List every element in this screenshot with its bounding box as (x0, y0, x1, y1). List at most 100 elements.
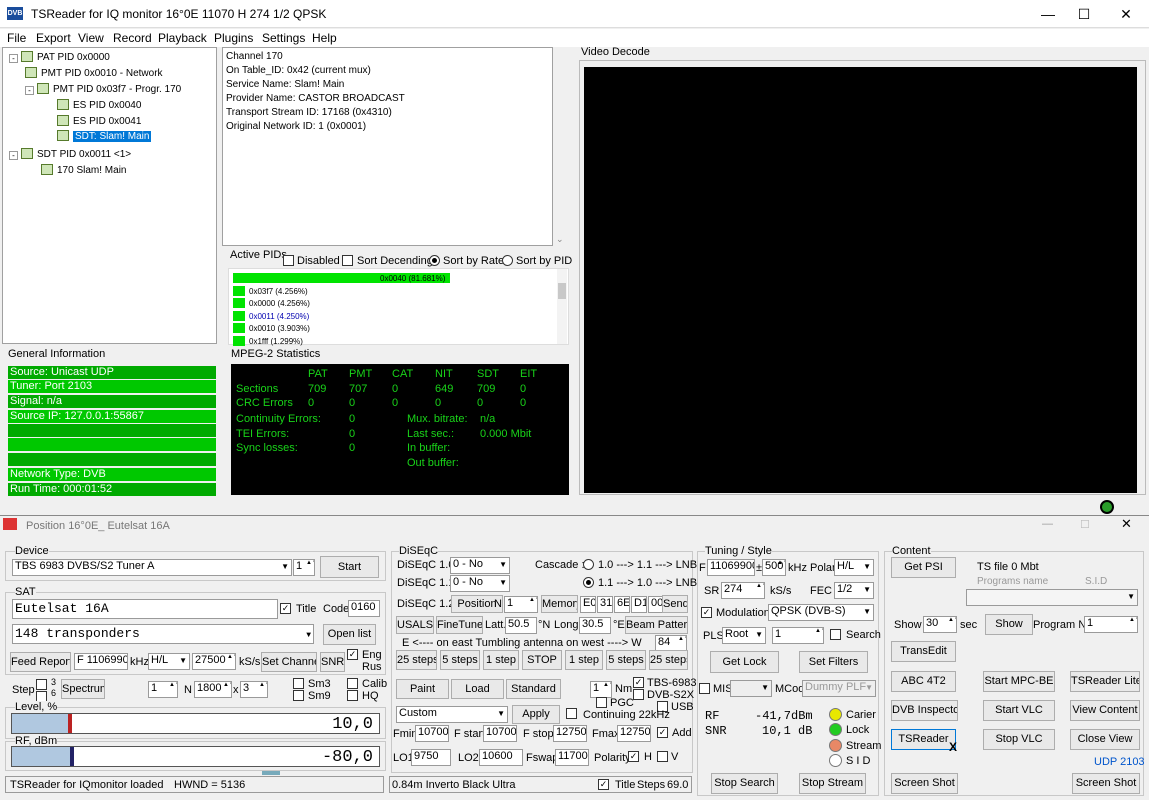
fec-select[interactable]: 1/2 (834, 582, 874, 599)
collapse-icon[interactable]: - (25, 86, 34, 95)
step3-checkbox[interactable] (36, 679, 47, 690)
apply-button[interactable]: Apply (512, 705, 560, 724)
disabled-checkbox[interactable] (283, 255, 294, 266)
view-content-button[interactable]: View Content (1070, 700, 1140, 721)
sm3-checkbox[interactable] (293, 678, 304, 689)
tree-item[interactable]: ES PID 0x0041 (57, 115, 141, 127)
sat-name-field[interactable]: Eutelsat 16A (12, 599, 278, 619)
stop-search-button[interactable]: Stop Search (711, 773, 778, 794)
pm-field[interactable]: 500 (762, 559, 786, 576)
dvb-inspector-button[interactable]: DVB Inspector (891, 700, 958, 721)
custom-select[interactable]: Custom (396, 706, 508, 723)
sm9-checkbox[interactable] (293, 690, 304, 701)
usals-button[interactable]: USALS (396, 616, 434, 634)
tree-item[interactable]: - SDT PID 0x0011 <1> (9, 148, 131, 160)
sort-pid-radio[interactable] (502, 255, 513, 266)
load-button[interactable]: Load (451, 679, 504, 699)
tree-item[interactable]: ES PID 0x0040 (57, 99, 141, 111)
scroll-down-icon[interactable]: ⌄ (556, 234, 564, 245)
pol-select[interactable]: H/L (148, 653, 190, 670)
standard-button[interactable]: Standard (506, 679, 561, 699)
eng-checkbox[interactable]: ✓ (347, 649, 358, 660)
motor-step-button[interactable]: 5 steps (606, 650, 646, 670)
memory-button[interactable]: Memory (541, 595, 578, 613)
sr-field[interactable]: 27500 (192, 653, 236, 670)
motor-step-button[interactable]: 25 steps (396, 650, 437, 670)
n-field[interactable]: 1800 (194, 681, 232, 698)
polarity-h-checkbox[interactable]: ✓ (628, 751, 639, 762)
hex-field[interactable]: E0 (580, 596, 596, 613)
cascade1-radio[interactable] (583, 559, 594, 570)
show-button[interactable]: Show (985, 614, 1033, 635)
close-view-button[interactable]: Close View (1070, 729, 1140, 750)
sort-rate-radio[interactable] (429, 255, 440, 266)
maximize-button[interactable]: ☐ (1066, 4, 1102, 24)
scrollbar[interactable] (557, 269, 567, 344)
paint-button[interactable]: Paint (396, 679, 449, 699)
programs-select[interactable] (966, 589, 1138, 606)
start-mpc-be-button[interactable]: Start MPC-BE (983, 671, 1055, 692)
get-lock-button[interactable]: Get Lock (710, 651, 779, 673)
step-value[interactable]: 1 (148, 681, 178, 698)
stop-stream-button[interactable]: Stop Stream (799, 773, 866, 794)
minimize-button[interactable]: — (1030, 4, 1066, 24)
snr-button[interactable]: SNR (320, 652, 345, 672)
dvbs2x-checkbox[interactable] (633, 689, 644, 700)
radiation-icon[interactable] (1100, 500, 1114, 514)
screenshot-button[interactable]: Screen Shot (891, 773, 958, 794)
send-button[interactable]: Send (662, 595, 688, 613)
iq-maximize-button[interactable]: ☐ (1080, 518, 1090, 531)
hq-checkbox[interactable] (347, 690, 358, 701)
motor-step-button[interactable]: 1 step (483, 650, 519, 670)
transedit-button[interactable]: TransEdit (891, 641, 956, 662)
pid-tree[interactable]: - PAT PID 0x0000 PMT PID 0x0010 - Network… (2, 47, 217, 344)
lo1-field[interactable]: 9750 (411, 749, 451, 766)
set-filters-button[interactable]: Set Filters (799, 651, 868, 673)
hex-field[interactable]: 31 (597, 596, 613, 613)
tree-item[interactable]: - PAT PID 0x0000 (9, 51, 110, 63)
code-field[interactable]: 0160 (348, 600, 380, 617)
modulation-checkbox[interactable]: ✓ (701, 607, 712, 618)
start-button[interactable]: Start (320, 556, 379, 578)
title2-checkbox[interactable]: ✓ (598, 779, 609, 790)
title-checkbox[interactable]: ✓ (280, 603, 291, 614)
menu-record[interactable]: Record (113, 31, 152, 45)
tree-item-selected[interactable]: SDT: Slam! Main (57, 130, 152, 142)
close-x-icon[interactable]: X (949, 740, 957, 754)
motor-step-button[interactable]: 5 steps (440, 650, 480, 670)
menu-settings[interactable]: Settings (262, 31, 305, 45)
nm-field[interactable]: 1 (590, 681, 612, 698)
get-psi-button[interactable]: Get PSI (891, 557, 956, 578)
diseqc10-select[interactable]: 0 - No (450, 557, 510, 574)
device-select[interactable]: TBS 6983 DVBS/S2 Tuner A (12, 559, 292, 576)
transponder-select[interactable]: 148 transponders (12, 624, 314, 644)
menu-plugins[interactable]: Plugins (214, 31, 253, 45)
fstop-field[interactable]: 12750 (553, 725, 587, 742)
show-seconds-field[interactable]: 30 (923, 616, 957, 633)
menu-view[interactable]: View (78, 31, 104, 45)
finetune-button[interactable]: FineTune (436, 616, 483, 634)
pgc-checkbox[interactable] (596, 697, 607, 708)
x-field[interactable]: 3 (240, 681, 268, 698)
fswap-field[interactable]: 11700 (555, 749, 589, 766)
lo2-field[interactable]: 10600 (479, 749, 523, 766)
polarity-v-checkbox[interactable] (657, 751, 668, 762)
tree-item[interactable]: 170 Slam! Main (41, 164, 126, 176)
screenshot-button-2[interactable]: Screen Shot (1072, 773, 1140, 794)
tree-item[interactable]: - PMT PID 0x03f7 - Progr. 170 (25, 83, 181, 95)
stop-vlc-button[interactable]: Stop VLC (983, 729, 1055, 750)
polar-select[interactable]: H/L (834, 559, 874, 576)
menu-help[interactable]: Help (312, 31, 337, 45)
set-channel-button[interactable]: Set Channel (261, 652, 317, 672)
calib-checkbox[interactable] (347, 678, 358, 689)
iq-close-button[interactable]: ✕ (1121, 516, 1132, 532)
tsreader-button[interactable]: TSReader (891, 729, 956, 750)
fstart-field[interactable]: 10700 (483, 725, 517, 742)
beam-pattern-button[interactable]: Beam Pattern (625, 616, 688, 634)
mis-checkbox[interactable] (699, 683, 710, 694)
sort-desc-checkbox[interactable] (342, 255, 353, 266)
tune-sr-field[interactable]: 274 (721, 582, 765, 599)
modulation-select[interactable]: QPSK (DVB-S) (768, 604, 874, 621)
search-checkbox[interactable] (830, 629, 841, 640)
motor-step-button[interactable]: 1 step (565, 650, 603, 670)
